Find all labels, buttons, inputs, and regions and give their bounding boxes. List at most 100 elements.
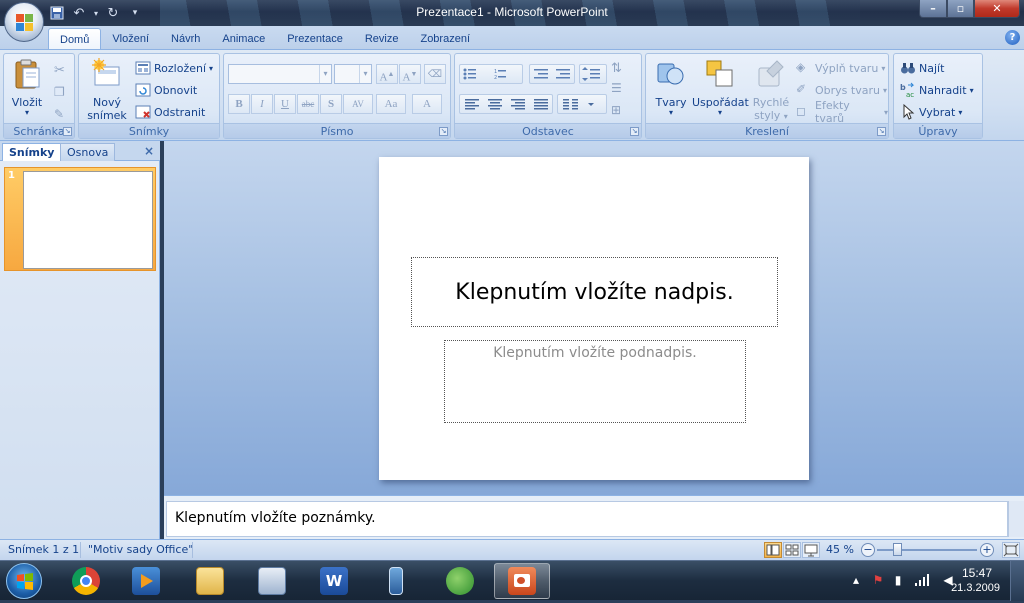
shape-effects-button[interactable]: ◻ Efekty tvarů ▾	[796, 99, 888, 125]
tab-slides[interactable]: Snímky	[2, 143, 62, 161]
maximize-button[interactable]: ▫	[947, 0, 974, 18]
slide-show-button[interactable]	[802, 542, 820, 558]
shapes-button[interactable]: Tvary ▾	[650, 58, 692, 117]
bold-button[interactable]: B	[228, 94, 250, 114]
tab-animations[interactable]: Animace	[211, 28, 276, 50]
zoom-slider-handle[interactable]	[893, 543, 902, 556]
shape-outline-button[interactable]: ✐ Obrys tvaru ▾	[796, 80, 887, 100]
paste-button[interactable]: Vložit ▾	[10, 58, 44, 117]
show-hidden-icons-icon[interactable]: ▴	[848, 573, 864, 589]
zoom-out-button[interactable]: −	[861, 543, 875, 557]
dialog-launcher-icon[interactable]: ↘	[630, 127, 639, 136]
taskbar-word[interactable]: W	[310, 563, 358, 599]
theme-name: "Motiv sady Office"	[88, 543, 194, 556]
indent-buttons[interactable]	[529, 64, 575, 84]
show-desktop-button[interactable]	[1010, 561, 1024, 601]
zoom-in-button[interactable]: +	[980, 543, 994, 557]
status-divider	[80, 542, 81, 558]
tab-review[interactable]: Revize	[354, 28, 410, 50]
copy-button[interactable]: ❐	[54, 82, 65, 102]
grow-font-button[interactable]: A▲	[376, 64, 398, 84]
strikethrough-button[interactable]: abc	[297, 94, 319, 114]
chevron-down-icon: ▾	[668, 108, 673, 117]
find-button[interactable]: Najít	[900, 58, 944, 78]
start-button[interactable]	[6, 563, 42, 599]
taskbar-messenger[interactable]	[436, 563, 484, 599]
format-painter-button[interactable]: ✎	[54, 104, 64, 124]
slide-canvas[interactable]: Klepnutím vložíte nadpis. Klepnutím vlož…	[379, 157, 809, 480]
slide-counter: Snímek 1 z 1	[8, 543, 80, 556]
tab-design[interactable]: Návrh	[160, 28, 211, 50]
normal-view-button[interactable]	[764, 542, 782, 558]
font-size-select[interactable]: ▾	[334, 64, 372, 84]
bullets-numbering-buttons[interactable]: 12	[459, 64, 523, 84]
tab-home[interactable]: Domů	[48, 28, 102, 50]
group-drawing: Tvary ▾ Uspořádat ▾ Rychlé styly ▾ ◈ Výp…	[645, 53, 889, 139]
help-icon[interactable]: ?	[1005, 30, 1020, 45]
convert-smartart-button[interactable]: ⊞	[611, 100, 621, 120]
columns-button[interactable]	[557, 94, 607, 114]
reset-label: Obnovit	[154, 83, 198, 97]
tab-insert[interactable]: Vložení	[101, 28, 160, 50]
text-direction-button[interactable]: ⇅	[611, 58, 622, 78]
italic-button[interactable]: I	[251, 94, 273, 114]
font-family-select[interactable]: ▾	[228, 64, 332, 84]
tab-slide-show[interactable]: Prezentace	[276, 28, 354, 50]
group-font: ▾ ▾ A▲ A▼ ⌫ B I U abc S AV Aa A Písmo ↘	[223, 53, 451, 139]
zoom-level[interactable]: 45 %	[826, 543, 854, 557]
dialog-launcher-icon[interactable]: ↘	[877, 127, 886, 136]
clock-date[interactable]: 21.3.2009	[951, 582, 1000, 594]
taskbar-usb[interactable]	[372, 563, 420, 599]
font-color-button[interactable]: A	[412, 94, 442, 114]
notes-placeholder[interactable]: Klepnutím vložíte poznámky.	[166, 501, 1008, 537]
close-icon[interactable]: ×	[144, 144, 154, 158]
fit-to-window-button[interactable]	[1002, 542, 1020, 558]
alignment-buttons[interactable]	[459, 94, 553, 114]
delete-button[interactable]: Odstranit	[135, 102, 205, 122]
title-bar: ↶ ▾ ↻ ▾ Prezentace1 - Microsoft PowerPoi…	[0, 0, 1024, 26]
copy-icon: ❐	[54, 85, 65, 99]
taskbar-powerpoint[interactable]	[494, 563, 550, 599]
clock-time[interactable]: 15:47	[962, 566, 992, 580]
slide-sorter-button[interactable]	[783, 542, 801, 558]
shape-fill-button[interactable]: ◈ Výplň tvaru ▾	[796, 58, 885, 78]
effects-icon: ◻	[796, 104, 806, 118]
taskbar-media-player[interactable]	[122, 563, 170, 599]
replace-button[interactable]: b ac Nahradit ▾	[900, 80, 974, 100]
ribbon-tab-row: Domů Vložení Návrh Animace Prezentace Re…	[0, 26, 1024, 50]
underline-button[interactable]: U	[274, 94, 296, 114]
dialog-launcher-icon[interactable]: ↘	[63, 127, 72, 136]
power-icon[interactable]: ▮	[890, 573, 906, 589]
reset-button[interactable]: Obnovit	[135, 80, 197, 100]
subtitle-placeholder[interactable]: Klepnutím vložíte podnadpis.	[444, 340, 746, 423]
taskbar-task-app[interactable]	[248, 563, 296, 599]
character-spacing-button[interactable]: AV	[343, 94, 373, 114]
tab-view[interactable]: Zobrazení	[409, 28, 481, 50]
clear-formatting-button[interactable]: ⌫	[424, 64, 446, 84]
slide-thumbnail[interactable]	[23, 171, 153, 269]
taskbar-chrome[interactable]	[62, 563, 110, 599]
align-text-button[interactable]: ☰	[611, 78, 622, 98]
layout-button[interactable]: Rozložení ▾	[135, 58, 213, 78]
zoom-slider-track[interactable]	[877, 549, 977, 551]
cut-button[interactable]: ✂	[54, 60, 65, 80]
taskbar-explorer[interactable]	[186, 563, 234, 599]
office-button[interactable]	[4, 2, 44, 42]
action-center-icon[interactable]: ⚑	[870, 573, 886, 589]
title-placeholder[interactable]: Klepnutím vložíte nadpis.	[411, 257, 778, 327]
quick-styles-button[interactable]: Rychlé styly ▾	[750, 58, 792, 123]
change-case-button[interactable]: Aa	[376, 94, 406, 114]
network-icon[interactable]	[914, 573, 930, 589]
arrange-button[interactable]: Uspořádat ▾	[692, 58, 749, 117]
ribbon: Vložit ▾ ✂ ❐ ✎ Schránka ↘ Nový snímek ▾ …	[0, 49, 1024, 141]
minimize-button[interactable]: –	[919, 0, 947, 18]
select-button[interactable]: Vybrat ▾	[900, 102, 962, 122]
shadow-button[interactable]: S	[320, 94, 342, 114]
line-spacing-button[interactable]	[579, 64, 607, 84]
notes-scrollbar[interactable]	[1008, 501, 1024, 537]
slide-thumbnail-selected[interactable]: 1	[4, 167, 156, 271]
tab-outline[interactable]: Osnova	[60, 143, 116, 161]
shrink-font-button[interactable]: A▼	[399, 64, 421, 84]
close-button[interactable]: ✕	[974, 0, 1020, 18]
dialog-launcher-icon[interactable]: ↘	[439, 127, 448, 136]
